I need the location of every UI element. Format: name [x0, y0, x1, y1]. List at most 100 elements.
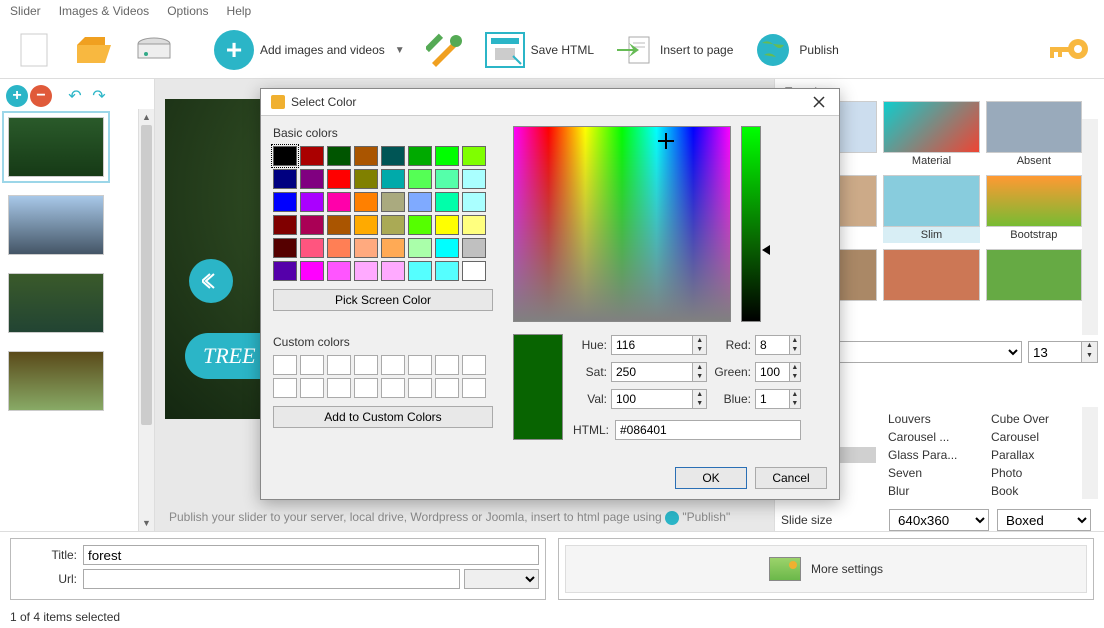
color-swatch[interactable] — [381, 169, 405, 189]
color-swatch[interactable] — [462, 215, 486, 235]
add-to-custom-button[interactable]: Add to Custom Colors — [273, 406, 493, 428]
title-input[interactable] — [83, 545, 539, 565]
color-swatch[interactable] — [273, 238, 297, 258]
color-swatch[interactable] — [300, 261, 324, 281]
color-swatch[interactable] — [381, 146, 405, 166]
color-swatch[interactable] — [435, 215, 459, 235]
color-swatch[interactable] — [327, 261, 351, 281]
template-item[interactable]: Material — [883, 101, 979, 169]
color-swatch[interactable] — [462, 261, 486, 281]
add-images-button[interactable]: + Add images and videos ▼ — [208, 28, 411, 72]
close-button[interactable] — [809, 96, 829, 108]
custom-color-slot[interactable] — [327, 378, 351, 398]
template-item[interactable] — [883, 249, 979, 305]
custom-color-slot[interactable] — [435, 378, 459, 398]
custom-color-slot[interactable] — [300, 378, 324, 398]
color-swatch[interactable] — [408, 215, 432, 235]
color-swatch[interactable] — [354, 192, 378, 212]
color-swatch[interactable] — [381, 215, 405, 235]
color-swatch[interactable] — [381, 238, 405, 258]
scroll-up-icon[interactable]: ▲ — [139, 109, 154, 125]
menu-images-videos[interactable]: Images & Videos — [59, 4, 150, 18]
effect-item[interactable]: Glass Para... — [884, 447, 979, 463]
custom-color-slot[interactable] — [273, 355, 297, 375]
spin-up-icon[interactable]: ▲ — [790, 390, 800, 399]
green-input[interactable] — [755, 362, 790, 382]
template-item[interactable]: Absent — [986, 101, 1082, 169]
spin-down-icon[interactable]: ▼ — [790, 399, 800, 408]
html-color-input[interactable] — [615, 420, 801, 440]
color-swatch[interactable] — [354, 215, 378, 235]
menu-options[interactable]: Options — [167, 4, 208, 18]
effect-item[interactable]: Seven — [884, 465, 979, 481]
color-swatch[interactable] — [408, 146, 432, 166]
color-swatch[interactable] — [273, 192, 297, 212]
layout-mode-select[interactable]: Boxed — [997, 509, 1091, 531]
thumb-scrollbar[interactable]: ▲ ▼ — [138, 109, 154, 531]
saturation-field[interactable] — [513, 126, 731, 322]
effect-item[interactable]: Parallax — [987, 447, 1082, 463]
effect-item[interactable]: Louvers — [884, 411, 979, 427]
custom-color-slot[interactable] — [408, 378, 432, 398]
color-swatch[interactable] — [300, 238, 324, 258]
color-swatch[interactable] — [435, 261, 459, 281]
rotate-left-button[interactable]: ↶ — [64, 85, 86, 107]
rotate-right-button[interactable]: ↷ — [88, 85, 110, 107]
sat-input[interactable] — [611, 362, 693, 382]
color-swatch[interactable] — [408, 238, 432, 258]
slide-thumb[interactable] — [8, 195, 104, 255]
cancel-button[interactable]: Cancel — [755, 467, 827, 489]
color-swatch[interactable] — [462, 192, 486, 212]
template-item[interactable] — [986, 249, 1082, 305]
spin-down-icon[interactable]: ▼ — [790, 345, 800, 354]
val-input[interactable] — [611, 389, 693, 409]
ok-button[interactable]: OK — [675, 467, 747, 489]
slide-thumb[interactable] — [8, 351, 104, 411]
url-input[interactable] — [83, 569, 460, 589]
effect-item[interactable]: Cube Over — [987, 411, 1082, 427]
color-swatch[interactable] — [435, 192, 459, 212]
add-slide-button[interactable]: + — [6, 85, 28, 107]
custom-color-slot[interactable] — [435, 355, 459, 375]
template-item[interactable]: Bootstrap — [986, 175, 1082, 243]
scroll-thumb[interactable] — [141, 125, 152, 425]
spin-down-icon[interactable]: ▼ — [693, 372, 706, 381]
color-swatch[interactable] — [354, 146, 378, 166]
color-swatch[interactable] — [435, 169, 459, 189]
color-swatch[interactable] — [381, 192, 405, 212]
color-swatch[interactable] — [435, 146, 459, 166]
color-swatch[interactable] — [273, 146, 297, 166]
spin-down-icon[interactable]: ▼ — [1082, 352, 1097, 362]
slide-thumb[interactable] — [8, 117, 104, 177]
template-item[interactable]: Slim — [883, 175, 979, 243]
color-swatch[interactable] — [381, 261, 405, 281]
color-swatch[interactable] — [327, 215, 351, 235]
prev-arrow-button[interactable] — [189, 259, 233, 303]
custom-color-slot[interactable] — [354, 355, 378, 375]
publish-button[interactable]: Publish — [747, 28, 844, 72]
color-swatch[interactable] — [354, 169, 378, 189]
color-swatch[interactable] — [354, 261, 378, 281]
spin-up-icon[interactable]: ▲ — [790, 336, 800, 345]
menu-help[interactable]: Help — [227, 4, 252, 18]
color-swatch[interactable] — [327, 169, 351, 189]
color-swatch[interactable] — [273, 261, 297, 281]
effects-scrollbar[interactable] — [1082, 407, 1098, 499]
effect-item[interactable]: Book — [987, 483, 1082, 499]
template-scrollbar[interactable] — [1082, 119, 1098, 335]
color-swatch[interactable] — [327, 238, 351, 258]
save-html-button[interactable]: Save HTML — [479, 30, 600, 70]
more-settings-button[interactable]: More settings — [565, 545, 1087, 593]
slide-thumb[interactable] — [8, 273, 104, 333]
color-swatch[interactable] — [408, 169, 432, 189]
spin-down-icon[interactable]: ▼ — [693, 345, 706, 354]
effect-item[interactable]: Carousel — [987, 429, 1082, 445]
spin-up-icon[interactable]: ▲ — [790, 363, 800, 372]
effect-item[interactable]: Photo — [987, 465, 1082, 481]
blue-input[interactable] — [755, 389, 790, 409]
color-swatch[interactable] — [300, 146, 324, 166]
luminance-slider[interactable] — [741, 126, 761, 322]
color-swatch[interactable] — [408, 261, 432, 281]
key-icon[interactable] — [1046, 35, 1086, 65]
spin-up-icon[interactable]: ▲ — [1082, 342, 1097, 352]
